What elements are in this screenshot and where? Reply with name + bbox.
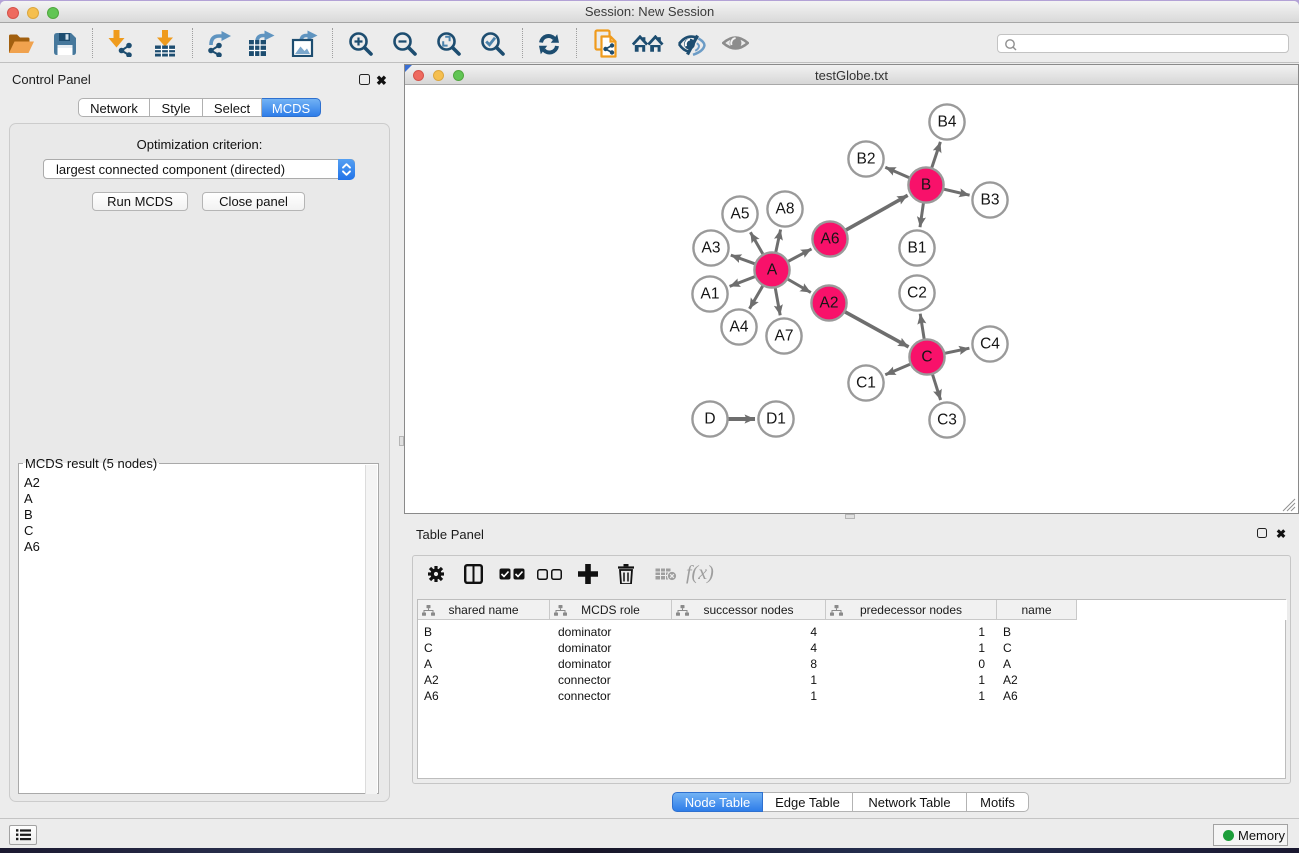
svg-text:A6: A6: [821, 231, 840, 248]
svg-text:C3: C3: [937, 412, 957, 429]
svg-text:A1: A1: [701, 286, 720, 303]
svg-text:B4: B4: [938, 114, 957, 131]
svg-text:C2: C2: [907, 285, 927, 302]
svg-text:A8: A8: [776, 201, 795, 218]
svg-text:C1: C1: [856, 375, 876, 392]
svg-text:A2: A2: [820, 295, 839, 312]
svg-text:D: D: [704, 411, 715, 428]
svg-text:A4: A4: [730, 319, 749, 336]
svg-text:C4: C4: [980, 336, 1000, 353]
svg-text:B1: B1: [908, 240, 927, 257]
svg-text:D1: D1: [766, 411, 786, 428]
svg-text:A5: A5: [731, 206, 750, 223]
svg-text:B3: B3: [981, 192, 1000, 209]
svg-text:B: B: [921, 177, 931, 194]
svg-text:B2: B2: [857, 151, 876, 168]
svg-text:A7: A7: [775, 328, 794, 345]
svg-text:A3: A3: [702, 240, 721, 257]
svg-text:C: C: [921, 349, 932, 366]
svg-text:A: A: [767, 262, 778, 279]
